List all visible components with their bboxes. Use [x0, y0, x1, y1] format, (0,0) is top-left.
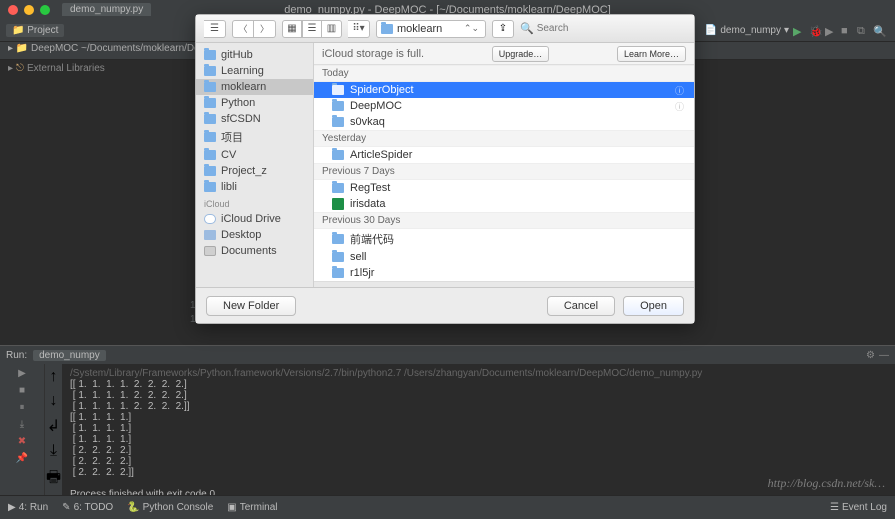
debug-icon[interactable]: 🐞 [809, 25, 821, 37]
stop-run-icon[interactable]: ■ [15, 385, 29, 396]
rerun-icon[interactable]: ▶ [15, 368, 29, 379]
sidebar-item-iclouddrive[interactable]: iCloud Drive [196, 211, 313, 227]
magnifier-icon: 🔍 [520, 22, 534, 35]
file-row-deepmoc[interactable]: DeepMOCⓘ [314, 98, 694, 114]
down-icon[interactable]: ↓ [50, 392, 58, 410]
search-icon[interactable]: 🔍 [873, 25, 885, 37]
file-pane: iCloud storage is full. Upgrade… Learn M… [314, 43, 694, 287]
dump-icon[interactable]: ⤓ [15, 419, 29, 430]
icon-view-icon[interactable]: ▦ [282, 20, 302, 38]
close-icon[interactable] [8, 5, 18, 15]
chevron-up-down-icon: ⌃⌄ [464, 23, 479, 34]
settings-icon[interactable]: ⚙ [866, 350, 875, 361]
info-icon[interactable]: ⓘ [675, 84, 684, 97]
search-field[interactable]: 🔍 [520, 22, 686, 35]
window-controls [8, 5, 50, 15]
sidebar-section-icloud: iCloud [196, 195, 313, 211]
file-list[interactable]: Today SpiderObjectⓘ DeepMOCⓘ s0vkaq Yest… [314, 65, 694, 281]
pause-icon[interactable]: ⏸ [15, 402, 29, 413]
forward-button[interactable]: 〉 [254, 20, 276, 38]
file-row-regtest[interactable]: RegTest [314, 180, 694, 196]
run-tool-window: Run: demo_numpy ⚙ — ▶ ■ ⏸ ⤓ ✖ 📌 ↑ ↓ ↲ ⤓ … [0, 345, 895, 495]
path-popup[interactable]: moklearn ⌃⌄ [376, 20, 486, 38]
event-log[interactable]: ☰ Event Log [830, 502, 887, 513]
banner-text: iCloud storage is full. [322, 48, 424, 60]
sidebar-item-project[interactable]: 项目 [196, 127, 313, 147]
section-yesterday: Yesterday [314, 130, 694, 147]
section-prev30: Previous 30 Days [314, 212, 694, 229]
sidebar-item-sfcsdn[interactable]: sfCSDN [196, 111, 313, 127]
up-icon[interactable]: ↑ [50, 368, 58, 386]
file-row-spiderobject[interactable]: SpiderObjectⓘ [314, 82, 694, 98]
folder-icon [381, 24, 393, 34]
sidebar-item-projectz[interactable]: Project_z [196, 163, 313, 179]
upgrade-button[interactable]: Upgrade… [492, 46, 550, 62]
bottom-tab-pyconsole[interactable]: 🐍 Python Console [127, 502, 213, 513]
run-gutter: ▶ ■ ⏸ ⤓ ✖ 📌 [0, 364, 44, 495]
cloud-icon [204, 214, 216, 224]
share-icon[interactable]: ⇪ [492, 20, 514, 38]
search-input[interactable] [537, 23, 686, 34]
dialog-footer: New Folder Cancel Open [196, 287, 694, 323]
section-prev7: Previous 7 Days [314, 163, 694, 180]
file-row-qianduan[interactable]: 前端代码 [314, 229, 694, 249]
scroll-icon[interactable]: ⤓ [50, 442, 57, 460]
dialog-sidebar: gitHub Learning moklearn Python sfCSDN 项… [196, 43, 314, 287]
list-view-icon[interactable]: ☰ [302, 20, 322, 38]
tab-label: demo_numpy.py [70, 4, 143, 15]
new-folder-button[interactable]: New Folder [206, 296, 296, 316]
section-today: Today [314, 65, 694, 82]
editor-tab[interactable]: demo_numpy.py [62, 3, 151, 16]
kill-icon[interactable]: ✖ [15, 436, 29, 447]
file-row-s0vkaq[interactable]: s0vkaq [314, 114, 694, 130]
sidebar-item-moklearn[interactable]: moklearn [196, 79, 313, 95]
sidebar-item-cv[interactable]: CV [196, 147, 313, 163]
pin-icon[interactable]: 📌 [15, 453, 29, 464]
back-button[interactable]: 〈 [232, 20, 254, 38]
run-config-name[interactable]: demo_numpy [33, 350, 106, 361]
dialog-toolbar: ☰ 〈 〉 ▦ ☰ ▥ ⠿▾ moklearn ⌃⌄ ⇪ 🔍 [196, 15, 694, 43]
stop-icon[interactable]: ■ [841, 25, 853, 37]
documents-icon [204, 246, 216, 256]
watermark: http://blog.csdn.net/sk… [768, 476, 885, 491]
file-row-articlespider[interactable]: ArticleSpider [314, 147, 694, 163]
sidebar-item-documents[interactable]: Documents [196, 243, 313, 259]
bottom-tab-run[interactable]: ▶ 4: Run [8, 502, 48, 513]
layout-icon[interactable]: ⧉ [857, 25, 869, 37]
desktop-icon [204, 230, 216, 240]
sidebar-toggle-icon[interactable]: ☰ [204, 20, 226, 38]
run-icon[interactable]: ▶ [793, 25, 805, 37]
sidebar-item-learning[interactable]: Learning [196, 63, 313, 79]
sidebar-item-desktop[interactable]: Desktop [196, 227, 313, 243]
open-file-dialog: ☰ 〈 〉 ▦ ☰ ▥ ⠿▾ moklearn ⌃⌄ ⇪ 🔍 gitHub Le… [195, 14, 695, 324]
coverage-icon[interactable]: ▶ [825, 25, 837, 37]
run-config-selector[interactable]: 📄 demo_numpy ▾ [705, 25, 789, 36]
wrap-icon[interactable]: ↲ [47, 416, 60, 436]
icloud-banner: iCloud storage is full. Upgrade… Learn M… [314, 43, 694, 65]
minimize-icon[interactable] [24, 5, 34, 15]
file-row-r1l5jr[interactable]: r1l5jr [314, 265, 694, 281]
minimize-panel-icon[interactable]: — [879, 350, 889, 361]
column-view-icon[interactable]: ▥ [322, 20, 342, 38]
file-row-sell[interactable]: sell [314, 249, 694, 265]
project-tool-button[interactable]: 📁 Project [6, 24, 64, 37]
sidebar-item-python[interactable]: Python [196, 95, 313, 111]
path-label: moklearn [397, 23, 442, 35]
sidebar-item-githup[interactable]: gitHub [196, 47, 313, 63]
open-button[interactable]: Open [623, 296, 684, 316]
print-icon[interactable]: 🖶 [46, 466, 61, 493]
learn-more-button[interactable]: Learn More… [617, 46, 686, 62]
zoom-icon[interactable] [40, 5, 50, 15]
spreadsheet-icon [332, 198, 344, 210]
file-row-irisdata[interactable]: irisdata [314, 196, 694, 212]
run-tab-label: Run: [6, 350, 27, 361]
cancel-button[interactable]: Cancel [547, 296, 615, 316]
sidebar-item-libli[interactable]: libli [196, 179, 313, 195]
group-icon[interactable]: ⠿▾ [348, 20, 370, 38]
bottom-tab-terminal[interactable]: ▣ Terminal [227, 502, 277, 513]
bottom-tab-todo[interactable]: ✎ 6: TODO [62, 502, 113, 513]
status-bar: ▶ 4: Run ✎ 6: TODO 🐍 Python Console ▣ Te… [0, 495, 895, 519]
